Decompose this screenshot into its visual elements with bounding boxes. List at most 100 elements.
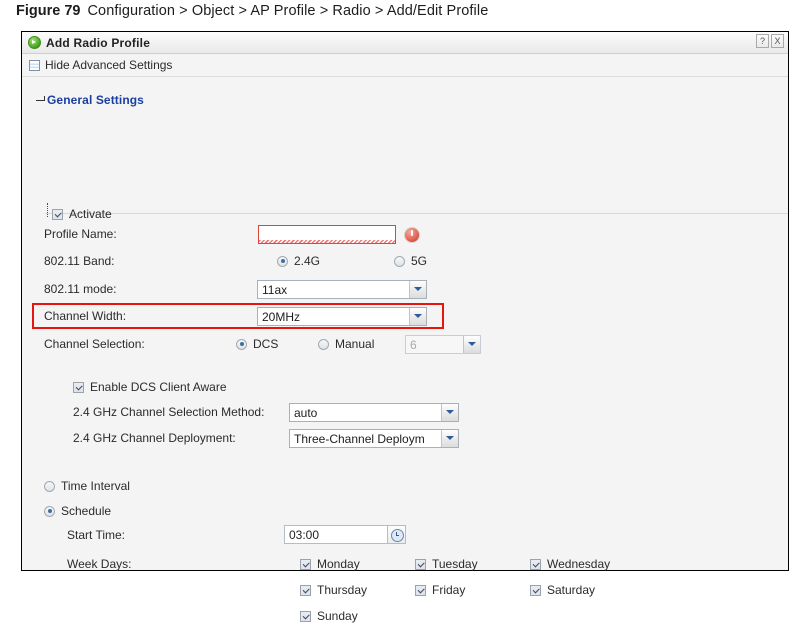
mode-field-row: 11ax [257, 280, 427, 299]
week-days-label: Week Days: [67, 557, 131, 571]
general-settings-header[interactable]: General Settings [36, 93, 788, 107]
week-day-friday[interactable]: Friday [415, 583, 465, 597]
band-option-5g[interactable]: 5G [394, 254, 427, 268]
dcs-client-aware-row: Enable DCS Client Aware [73, 380, 227, 394]
chevron-down-icon[interactable] [441, 404, 458, 421]
dcs-client-aware-checkbox[interactable] [73, 382, 84, 393]
week-day-checkbox-thursday[interactable] [300, 585, 311, 596]
chevron-down-icon[interactable] [441, 430, 458, 447]
time-interval-radio[interactable] [44, 481, 55, 492]
selection-method-field-row: auto [289, 403, 459, 422]
chevron-down-icon[interactable] [409, 281, 426, 298]
mode-label-row: 802.11 mode: [44, 282, 117, 296]
channel-deployment-field-row: Three-Channel Deploym [289, 429, 459, 448]
manual-channel-select[interactable]: 6 [405, 335, 481, 354]
collapse-toggle-icon[interactable] [36, 96, 45, 105]
week-day-tuesday[interactable]: Tuesday [415, 557, 478, 571]
channel-deployment-label-row: 2.4 GHz Channel Deployment: [73, 431, 236, 445]
channel-selection-label-row: Channel Selection: [44, 337, 145, 351]
week-day-checkbox-monday[interactable] [300, 559, 311, 570]
start-time-label: Start Time: [67, 528, 125, 542]
channel-selection-option-manual[interactable]: Manual [318, 337, 374, 351]
profile-name-label-row: Profile Name: [44, 227, 117, 241]
dcs-client-aware-label: Enable DCS Client Aware [90, 380, 227, 394]
week-day-label-saturday: Saturday [547, 583, 595, 597]
channel-selection-label-dcs: DCS [253, 337, 278, 351]
help-icon[interactable]: ? [756, 34, 769, 48]
schedule-option[interactable]: Schedule [44, 504, 111, 518]
close-icon[interactable]: X [771, 34, 784, 48]
week-days-label-row: Week Days: [67, 557, 131, 571]
week-day-checkbox-sunday[interactable] [300, 611, 311, 622]
week-day-monday[interactable]: Monday [300, 557, 360, 571]
band-radio-5g[interactable] [394, 256, 405, 267]
add-radio-profile-window: Add Radio Profile ? X Hide Advanced Sett… [21, 31, 789, 571]
selection-method-select[interactable]: auto [289, 403, 459, 422]
section-divider [45, 213, 788, 214]
hide-advanced-settings-button[interactable]: Hide Advanced Settings [45, 58, 172, 72]
channel-selection-label: Channel Selection: [44, 337, 145, 351]
band-label-row: 802.11 Band: [44, 254, 115, 268]
band-option-label-5g: 5G [411, 254, 427, 268]
channel-selection-radio-manual[interactable] [318, 339, 329, 350]
window-controls: ? X [756, 34, 784, 48]
week-day-label-thursday: Thursday [317, 583, 367, 597]
channel-width-select-value: 20MHz [258, 310, 409, 324]
week-day-wednesday[interactable]: Wednesday [530, 557, 610, 571]
band-option-24g[interactable]: 2.4G [277, 254, 320, 268]
week-day-label-friday: Friday [432, 583, 465, 597]
week-day-label-tuesday: Tuesday [432, 557, 478, 571]
chevron-down-icon[interactable] [409, 308, 426, 325]
channel-width-select[interactable]: 20MHz [257, 307, 427, 326]
week-day-saturday[interactable]: Saturday [530, 583, 595, 597]
clock-icon[interactable] [388, 525, 406, 544]
list-icon [29, 60, 40, 71]
manual-channel-field-row: 6 [405, 335, 481, 354]
figure-number: Figure 79 [16, 3, 80, 19]
window-body: General Settings Activate Profile Name: … [22, 93, 788, 107]
channel-deployment-value: Three-Channel Deploym [290, 432, 441, 446]
band-label: 802.11 Band: [44, 254, 115, 268]
channel-deployment-label: 2.4 GHz Channel Deployment: [73, 431, 236, 445]
manual-channel-value: 6 [406, 338, 463, 352]
selection-method-label: 2.4 GHz Channel Selection Method: [73, 405, 264, 419]
activate-row: Activate [52, 207, 112, 221]
window-titlebar: Add Radio Profile ? X [22, 32, 788, 54]
profile-name-field-row [258, 225, 420, 244]
green-arrow-icon [28, 36, 41, 49]
general-settings-label: General Settings [47, 93, 144, 107]
mode-select-value: 11ax [258, 283, 409, 297]
selection-method-label-row: 2.4 GHz Channel Selection Method: [73, 405, 264, 419]
channel-deployment-select[interactable]: Three-Channel Deploym [289, 429, 459, 448]
start-time-input[interactable] [284, 525, 388, 544]
channel-selection-radio-dcs[interactable] [236, 339, 247, 350]
week-day-checkbox-tuesday[interactable] [415, 559, 426, 570]
figure-breadcrumb-path: Configuration > Object > AP Profile > Ra… [87, 3, 488, 19]
error-exclamation-icon [404, 227, 420, 243]
band-option-label-24g: 2.4G [294, 254, 320, 268]
chevron-down-icon[interactable] [463, 336, 480, 353]
tree-stem-decoration [47, 203, 49, 217]
channel-width-label-row: Channel Width: [44, 309, 126, 323]
time-interval-option[interactable]: Time Interval [44, 479, 130, 493]
week-day-sunday[interactable]: Sunday [300, 609, 358, 623]
start-time-field-row [284, 525, 406, 544]
week-day-checkbox-friday[interactable] [415, 585, 426, 596]
week-day-label-wednesday: Wednesday [547, 557, 610, 571]
start-time-label-row: Start Time: [67, 528, 125, 542]
advanced-settings-toolbar: Hide Advanced Settings [22, 54, 788, 77]
channel-selection-option-dcs[interactable]: DCS [236, 337, 278, 351]
channel-width-field-row: 20MHz [257, 307, 427, 326]
profile-name-input[interactable] [258, 225, 396, 244]
mode-label: 802.11 mode: [44, 282, 117, 296]
channel-selection-label-manual: Manual [335, 337, 374, 351]
band-radio-24g[interactable] [277, 256, 288, 267]
week-day-checkbox-wednesday[interactable] [530, 559, 541, 570]
week-day-label-monday: Monday [317, 557, 360, 571]
activate-checkbox[interactable] [52, 209, 63, 220]
week-day-checkbox-saturday[interactable] [530, 585, 541, 596]
mode-select[interactable]: 11ax [257, 280, 427, 299]
week-day-thursday[interactable]: Thursday [300, 583, 367, 597]
window-title: Add Radio Profile [46, 36, 150, 50]
schedule-radio[interactable] [44, 506, 55, 517]
